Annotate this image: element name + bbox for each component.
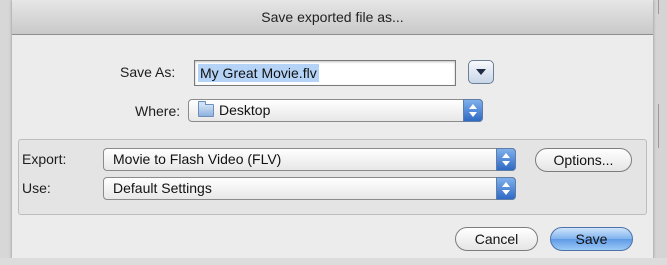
background-divider: [658, 104, 659, 148]
save-as-value[interactable]: My Great Movie.flv: [198, 64, 319, 82]
save-as-label: Save As:: [120, 64, 176, 80]
save-dialog: Save exported file as... Save As: My Gre…: [12, 0, 653, 265]
cancel-button[interactable]: Cancel: [455, 227, 538, 251]
dialog-title: Save exported file as...: [12, 0, 653, 35]
background-window-left: [0, 0, 12, 265]
options-button[interactable]: Options...: [535, 148, 632, 172]
where-value: Desktop: [219, 102, 271, 118]
save-as-field[interactable]: My Great Movie.flv: [194, 60, 456, 86]
popup-stepper[interactable]: [463, 99, 483, 122]
export-value: Movie to Flash Video (FLV): [113, 151, 282, 167]
popup-stepper[interactable]: [496, 148, 516, 171]
where-label: Where:: [135, 103, 181, 119]
use-value: Default Settings: [113, 180, 212, 196]
background-window-right: [653, 0, 667, 265]
expand-dialog-button[interactable]: [468, 60, 494, 84]
export-label: Export:: [22, 151, 67, 167]
export-popup[interactable]: Movie to Flash Video (FLV): [103, 148, 516, 171]
popup-stepper[interactable]: [496, 177, 516, 200]
save-button[interactable]: Save: [550, 227, 633, 251]
use-popup[interactable]: Default Settings: [103, 177, 516, 200]
use-label: Use:: [22, 180, 51, 196]
background-divider: [658, 0, 659, 14]
chevron-down-icon: [476, 69, 486, 75]
folder-icon: [198, 101, 214, 117]
export-options-group: Export: Movie to Flash Video (FLV) Optio…: [18, 139, 647, 215]
where-popup[interactable]: Desktop: [188, 99, 483, 122]
background-window-bottom: [0, 258, 667, 265]
